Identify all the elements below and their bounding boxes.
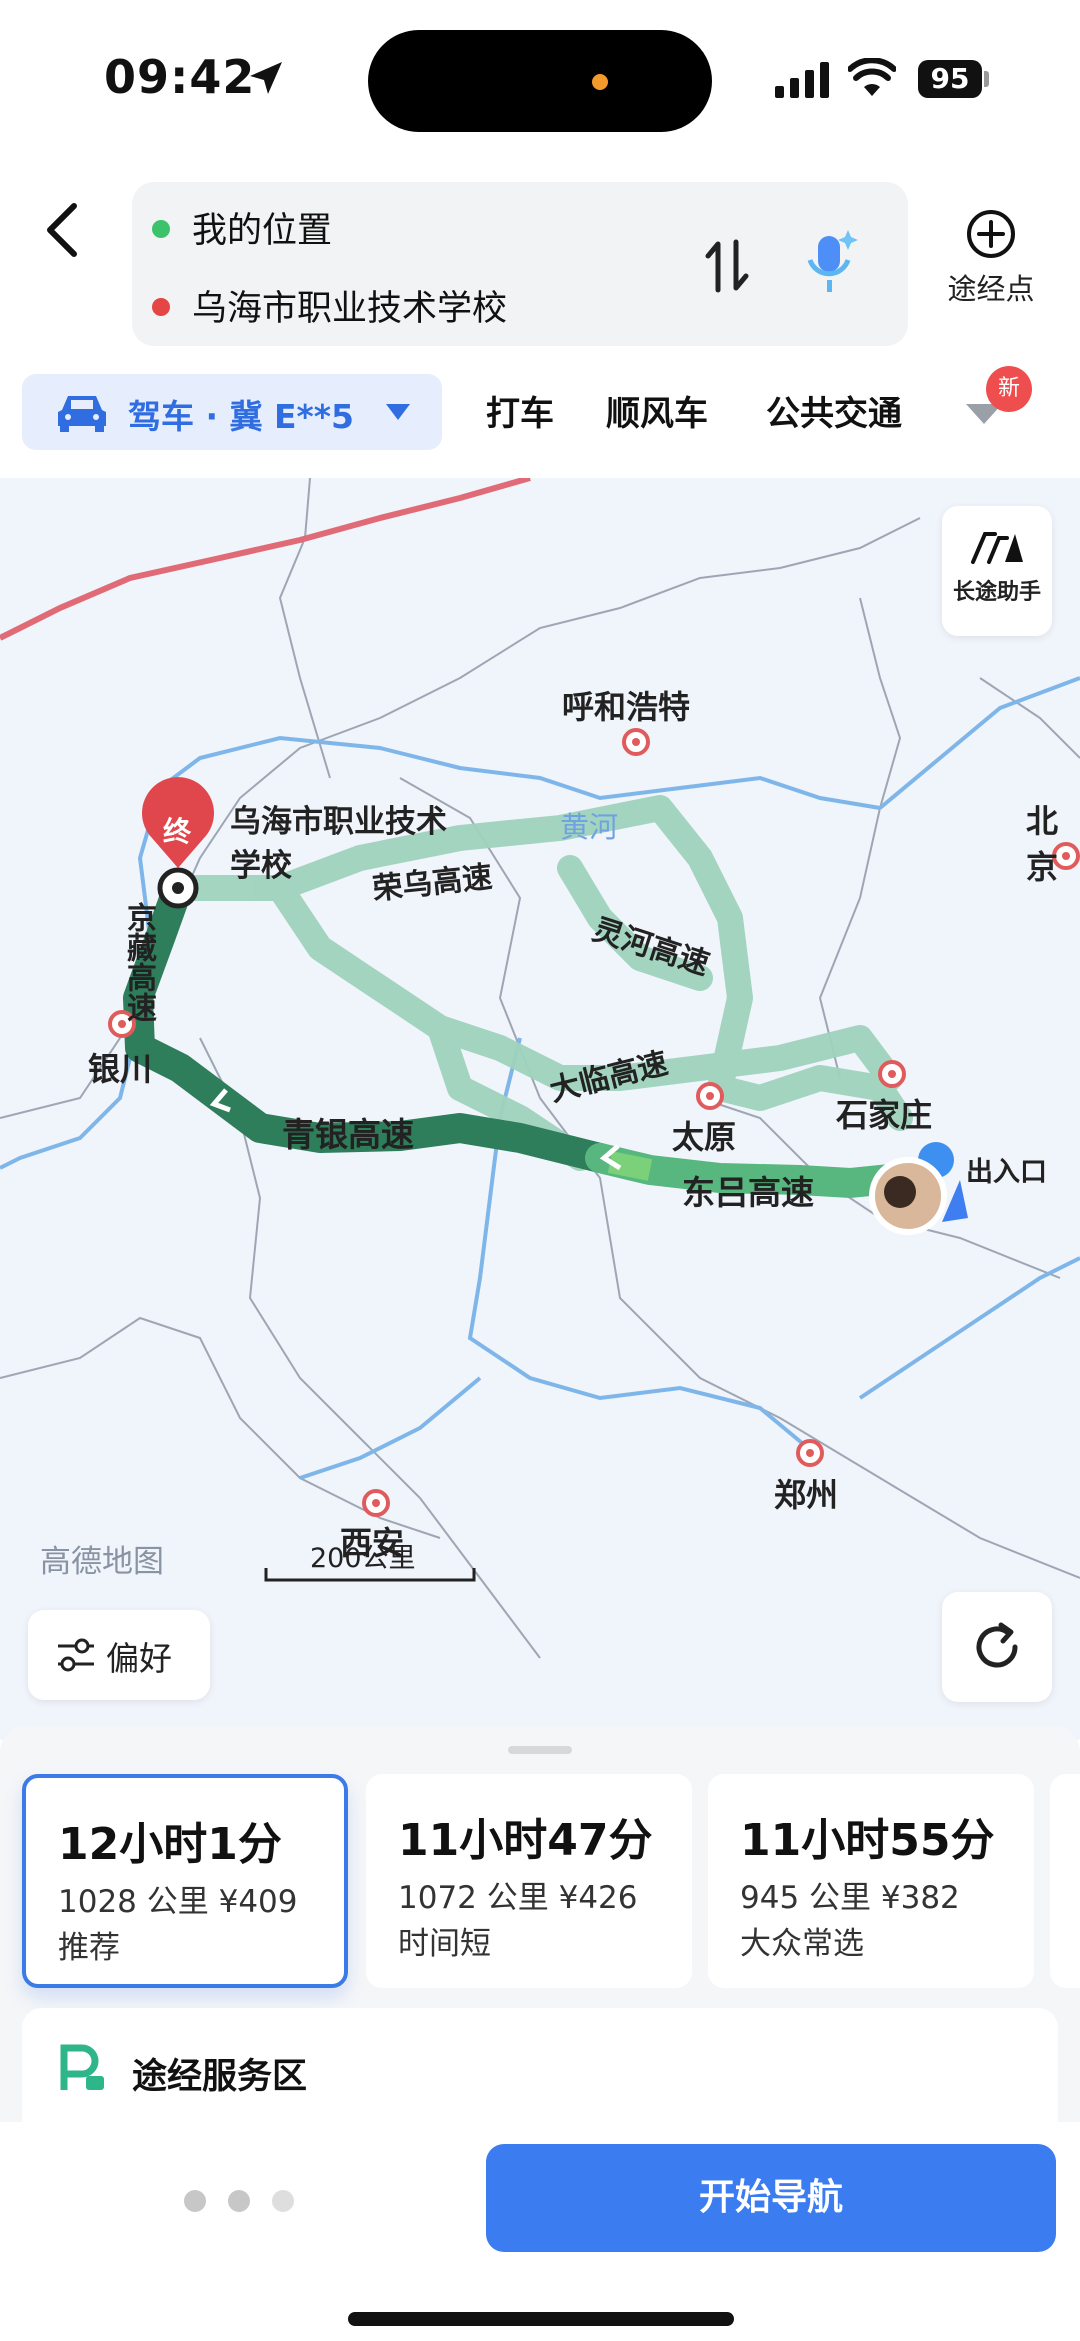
parking-service-icon <box>60 2044 104 2090</box>
route-map[interactable]: 呼和浩特 北京 银川 太原 石家庄 郑州 西安 荣乌高速 灵河高速 京藏高速 大… <box>0 478 1080 1740</box>
road-trip-icon <box>971 532 1023 564</box>
route-card-next-peek[interactable] <box>1050 1774 1080 1988</box>
page-dot <box>228 2190 250 2212</box>
amap-logo: 高德地图 <box>40 1544 164 1580</box>
route-distance: 945 公里 <box>740 1880 872 1916</box>
preference-button[interactable]: 偏好 <box>28 1610 210 1700</box>
service-area-label: 途经服务区 <box>132 2057 308 2097</box>
caret-down-icon <box>386 404 410 420</box>
route-distance: 1028 公里 <box>58 1884 209 1920</box>
city-label-zhengzhou: 郑州 <box>774 1476 839 1514</box>
route-card-fastest[interactable]: 11小时47分 1072 公里 ¥426 时间短 <box>366 1774 692 1988</box>
sliders-icon <box>58 1638 94 1672</box>
voice-mic-icon[interactable] <box>798 226 862 298</box>
river-label-yellow-river: 黄河 <box>560 810 619 844</box>
dynamic-island <box>368 30 712 132</box>
sheet-drag-handle[interactable] <box>508 1746 572 1754</box>
tab-carpool[interactable]: 顺风车 <box>606 386 708 435</box>
route-duration: 11小时47分 <box>398 1815 653 1866</box>
route-distance-cost: 1028 公里 ¥409 <box>58 1876 298 1921</box>
destination-field[interactable]: 乌海市职业技术学校 <box>192 280 507 331</box>
origin-dot-icon <box>152 220 170 238</box>
location-arrow-icon <box>250 62 282 94</box>
refresh-icon <box>976 1622 1018 1668</box>
city-label-shijiazhuang: 石家庄 <box>836 1096 933 1134</box>
map-scale-label: 200公里 <box>310 1543 416 1574</box>
route-duration: 11小时55分 <box>740 1815 995 1866</box>
plus-circle-icon <box>967 210 1015 258</box>
page-dot <box>272 2190 294 2212</box>
route-distance-cost: 945 公里 ¥382 <box>740 1872 960 1917</box>
city-label-hohhot: 呼和浩特 <box>562 688 691 726</box>
highway-label-jingzang: 京藏高速 <box>121 902 156 1022</box>
destination-name-label: 乌海市职业技术学校 <box>230 804 447 884</box>
refresh-button[interactable] <box>942 1592 1052 1702</box>
back-button[interactable] <box>30 190 94 270</box>
drive-mode-selector[interactable]: 驾车 · 冀 E**5 <box>22 374 442 450</box>
destination-marker-label: 终 <box>163 815 192 848</box>
route-cost: ¥382 <box>880 1880 960 1916</box>
route-input-box: 我的位置 乌海市职业技术学校 <box>132 182 908 346</box>
route-card-popular[interactable]: 11小时55分 945 公里 ¥382 大众常选 <box>708 1774 1034 1988</box>
destination-dot-icon <box>152 298 170 316</box>
highway-label-qingyin: 青银高速 <box>282 1115 414 1154</box>
new-badge: 新 <box>986 366 1032 412</box>
route-distance-cost: 1072 公里 ¥426 <box>398 1872 638 1917</box>
highway-label-donglv: 东吕高速 <box>682 1173 814 1212</box>
battery-indicator: 95 <box>918 60 982 98</box>
home-indicator <box>348 2312 734 2326</box>
route-duration: 12小时1分 <box>58 1819 282 1870</box>
tab-taxi[interactable]: 打车 <box>486 386 554 435</box>
wifi-icon <box>848 58 896 96</box>
start-navigation-button[interactable]: 开始导航 <box>486 2144 1056 2252</box>
cellular-signal-icon <box>775 62 829 98</box>
origin-field[interactable]: 我的位置 <box>192 202 332 253</box>
tab-public-transit[interactable]: 公共交通 <box>766 386 902 435</box>
route-card-recommended[interactable]: 12小时1分 1028 公里 ¥409 推荐 <box>22 1774 348 1988</box>
route-distance: 1072 公里 <box>398 1880 549 1916</box>
drive-mode-label: 驾车 · 冀 E**5 <box>128 397 355 436</box>
route-cost: ¥426 <box>558 1880 638 1916</box>
route-tag: 推荐 <box>58 1930 120 1966</box>
status-bar: 09:42 95 <box>0 0 1080 160</box>
status-time: 09:42 <box>104 50 256 104</box>
swap-icon[interactable] <box>702 238 752 294</box>
waypoint-label: 途经点 <box>947 272 1035 306</box>
preference-label: 偏好 <box>106 1639 172 1678</box>
long-trip-assistant-button[interactable]: 长途助手 <box>942 506 1052 636</box>
bottom-action-bar: 开始导航 <box>0 2122 1080 2341</box>
privacy-indicator-icon <box>592 74 608 90</box>
city-label-beijing: 北京 <box>1026 802 1059 886</box>
exit-entrance-label: 出入口 <box>966 1157 1047 1188</box>
city-label-taiyuan: 太原 <box>672 1118 737 1156</box>
page-dot <box>184 2190 206 2212</box>
car-icon <box>58 396 106 432</box>
add-waypoint-button[interactable]: 途经点 <box>936 208 1046 308</box>
route-tag: 大众常选 <box>740 1926 864 1962</box>
city-label-yinchuan: 银川 <box>88 1050 153 1088</box>
route-tag: 时间短 <box>398 1926 491 1962</box>
long-trip-assistant-label: 长途助手 <box>952 580 1041 605</box>
route-cost: ¥409 <box>218 1884 298 1920</box>
battery-tip <box>984 71 989 87</box>
